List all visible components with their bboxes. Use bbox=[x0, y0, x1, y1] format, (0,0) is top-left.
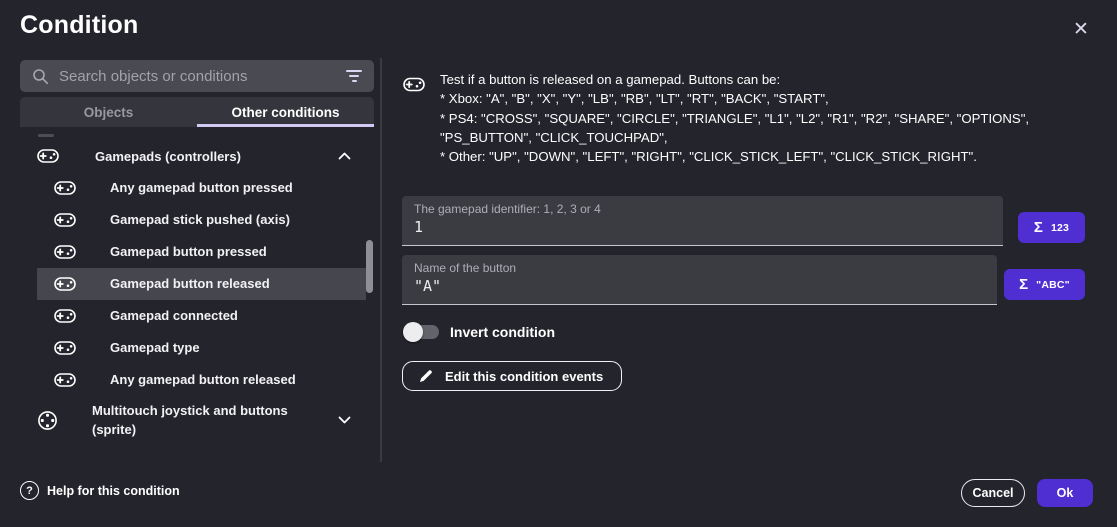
condition-description: Test if a button is released on a gamepa… bbox=[440, 70, 1029, 166]
page-title: Condition bbox=[20, 11, 138, 40]
pencil-icon bbox=[419, 369, 433, 383]
help-label: Help for this condition bbox=[47, 484, 180, 498]
description-line: "PS_BUTTON", "CLICK_TOUCHPAD", bbox=[440, 128, 1029, 147]
ok-button[interactable]: Ok bbox=[1037, 479, 1093, 507]
gamepad-icon bbox=[54, 277, 76, 291]
panel-divider bbox=[380, 58, 382, 462]
sigma-icon: Σ bbox=[1019, 276, 1028, 293]
invert-condition-toggle[interactable] bbox=[403, 322, 441, 342]
sigma-icon: Σ bbox=[1034, 219, 1043, 236]
sidebar-group-gamepads[interactable]: Gamepads (controllers) bbox=[20, 140, 366, 172]
sidebar-item-gamepad-button-released[interactable]: Gamepad button released bbox=[37, 268, 366, 300]
toggle-knob bbox=[403, 322, 423, 342]
sidebar-scrollbar[interactable] bbox=[366, 240, 373, 293]
gamepad-identifier-input[interactable] bbox=[414, 218, 991, 236]
gamepad-identifier-field: The gamepad identifier: 1, 2, 3 or 4 bbox=[402, 196, 1003, 246]
gamepad-icon bbox=[54, 341, 76, 355]
expression-builder-string-button[interactable]: Σ "ABC" bbox=[1004, 269, 1085, 300]
sidebar-group-label: Multitouch joystick and buttons (sprite) bbox=[92, 401, 330, 439]
sidebar-group-multitouch[interactable]: Multitouch joystick and buttons (sprite) bbox=[20, 396, 366, 444]
tab-bar: Objects Other conditions bbox=[20, 97, 374, 127]
tab-other-conditions[interactable]: Other conditions bbox=[197, 97, 374, 127]
gamepad-icon bbox=[54, 181, 76, 195]
gamepad-icon bbox=[54, 213, 76, 227]
search-icon bbox=[32, 68, 49, 85]
tab-objects[interactable]: Objects bbox=[20, 97, 197, 127]
sidebar-item-any-gamepad-button-pressed[interactable]: Any gamepad button pressed bbox=[37, 172, 366, 204]
gamepad-icon bbox=[403, 77, 425, 97]
sidebar-item-label: Any gamepad button released bbox=[110, 372, 296, 388]
sidebar-item-gamepad-stick-pushed[interactable]: Gamepad stick pushed (axis) bbox=[37, 204, 366, 236]
clipped-row-fragment bbox=[38, 134, 54, 137]
sidebar-item-label: Gamepad button pressed bbox=[110, 244, 267, 260]
sidebar-item-label: Gamepad type bbox=[110, 340, 200, 356]
search-box bbox=[20, 60, 374, 92]
button-name-input[interactable] bbox=[414, 277, 985, 295]
chevron-up-icon bbox=[338, 152, 351, 160]
sidebar-item-label: Any gamepad button pressed bbox=[110, 180, 293, 196]
edit-condition-events-button[interactable]: Edit this condition events bbox=[402, 361, 622, 391]
field-label: Name of the button bbox=[414, 261, 516, 275]
invert-condition-label: Invert condition bbox=[450, 324, 555, 340]
expression-type-label: "ABC" bbox=[1036, 279, 1070, 291]
help-icon: ? bbox=[20, 481, 39, 500]
sidebar-item-any-gamepad-button-released[interactable]: Any gamepad button released bbox=[37, 364, 366, 396]
gamepad-icon bbox=[37, 149, 59, 163]
help-link[interactable]: ? Help for this condition bbox=[20, 481, 180, 500]
search-input[interactable] bbox=[49, 68, 346, 85]
sidebar-group-label: Gamepads (controllers) bbox=[95, 147, 241, 166]
description-line: Test if a button is released on a gamepa… bbox=[440, 70, 1029, 89]
gamepad-icon bbox=[54, 309, 76, 323]
sidebar-item-gamepad-connected[interactable]: Gamepad connected bbox=[37, 300, 366, 332]
description-line: * Xbox: "A", "B", "X", "Y", "LB", "RB", … bbox=[440, 89, 1029, 108]
filter-icon[interactable] bbox=[346, 70, 362, 82]
multitouch-joystick-icon bbox=[37, 410, 58, 431]
gamepad-icon bbox=[54, 373, 76, 387]
sidebar-item-gamepad-button-pressed[interactable]: Gamepad button pressed bbox=[37, 236, 366, 268]
gamepad-icon bbox=[54, 245, 76, 259]
cancel-button[interactable]: Cancel bbox=[961, 479, 1025, 507]
field-label: The gamepad identifier: 1, 2, 3 or 4 bbox=[414, 202, 601, 216]
expression-builder-number-button[interactable]: Σ 123 bbox=[1018, 212, 1085, 243]
expression-type-label: 123 bbox=[1051, 222, 1069, 234]
button-name-field: Name of the button bbox=[402, 255, 997, 305]
active-tab-underline bbox=[197, 124, 374, 127]
close-icon[interactable]: ✕ bbox=[1066, 14, 1096, 44]
chevron-down-icon bbox=[338, 416, 351, 424]
sidebar-item-gamepad-type[interactable]: Gamepad type bbox=[37, 332, 366, 364]
description-line: * Other: "UP", "DOWN", "LEFT", "RIGHT", … bbox=[440, 147, 1029, 166]
description-line: * PS4: "CROSS", "SQUARE", "CIRCLE", "TRI… bbox=[440, 109, 1029, 128]
sidebar-item-label: Gamepad connected bbox=[110, 308, 238, 324]
sidebar-item-label: Gamepad stick pushed (axis) bbox=[110, 212, 290, 228]
edit-condition-events-label: Edit this condition events bbox=[445, 369, 603, 384]
sidebar-item-label: Gamepad button released bbox=[110, 276, 270, 292]
